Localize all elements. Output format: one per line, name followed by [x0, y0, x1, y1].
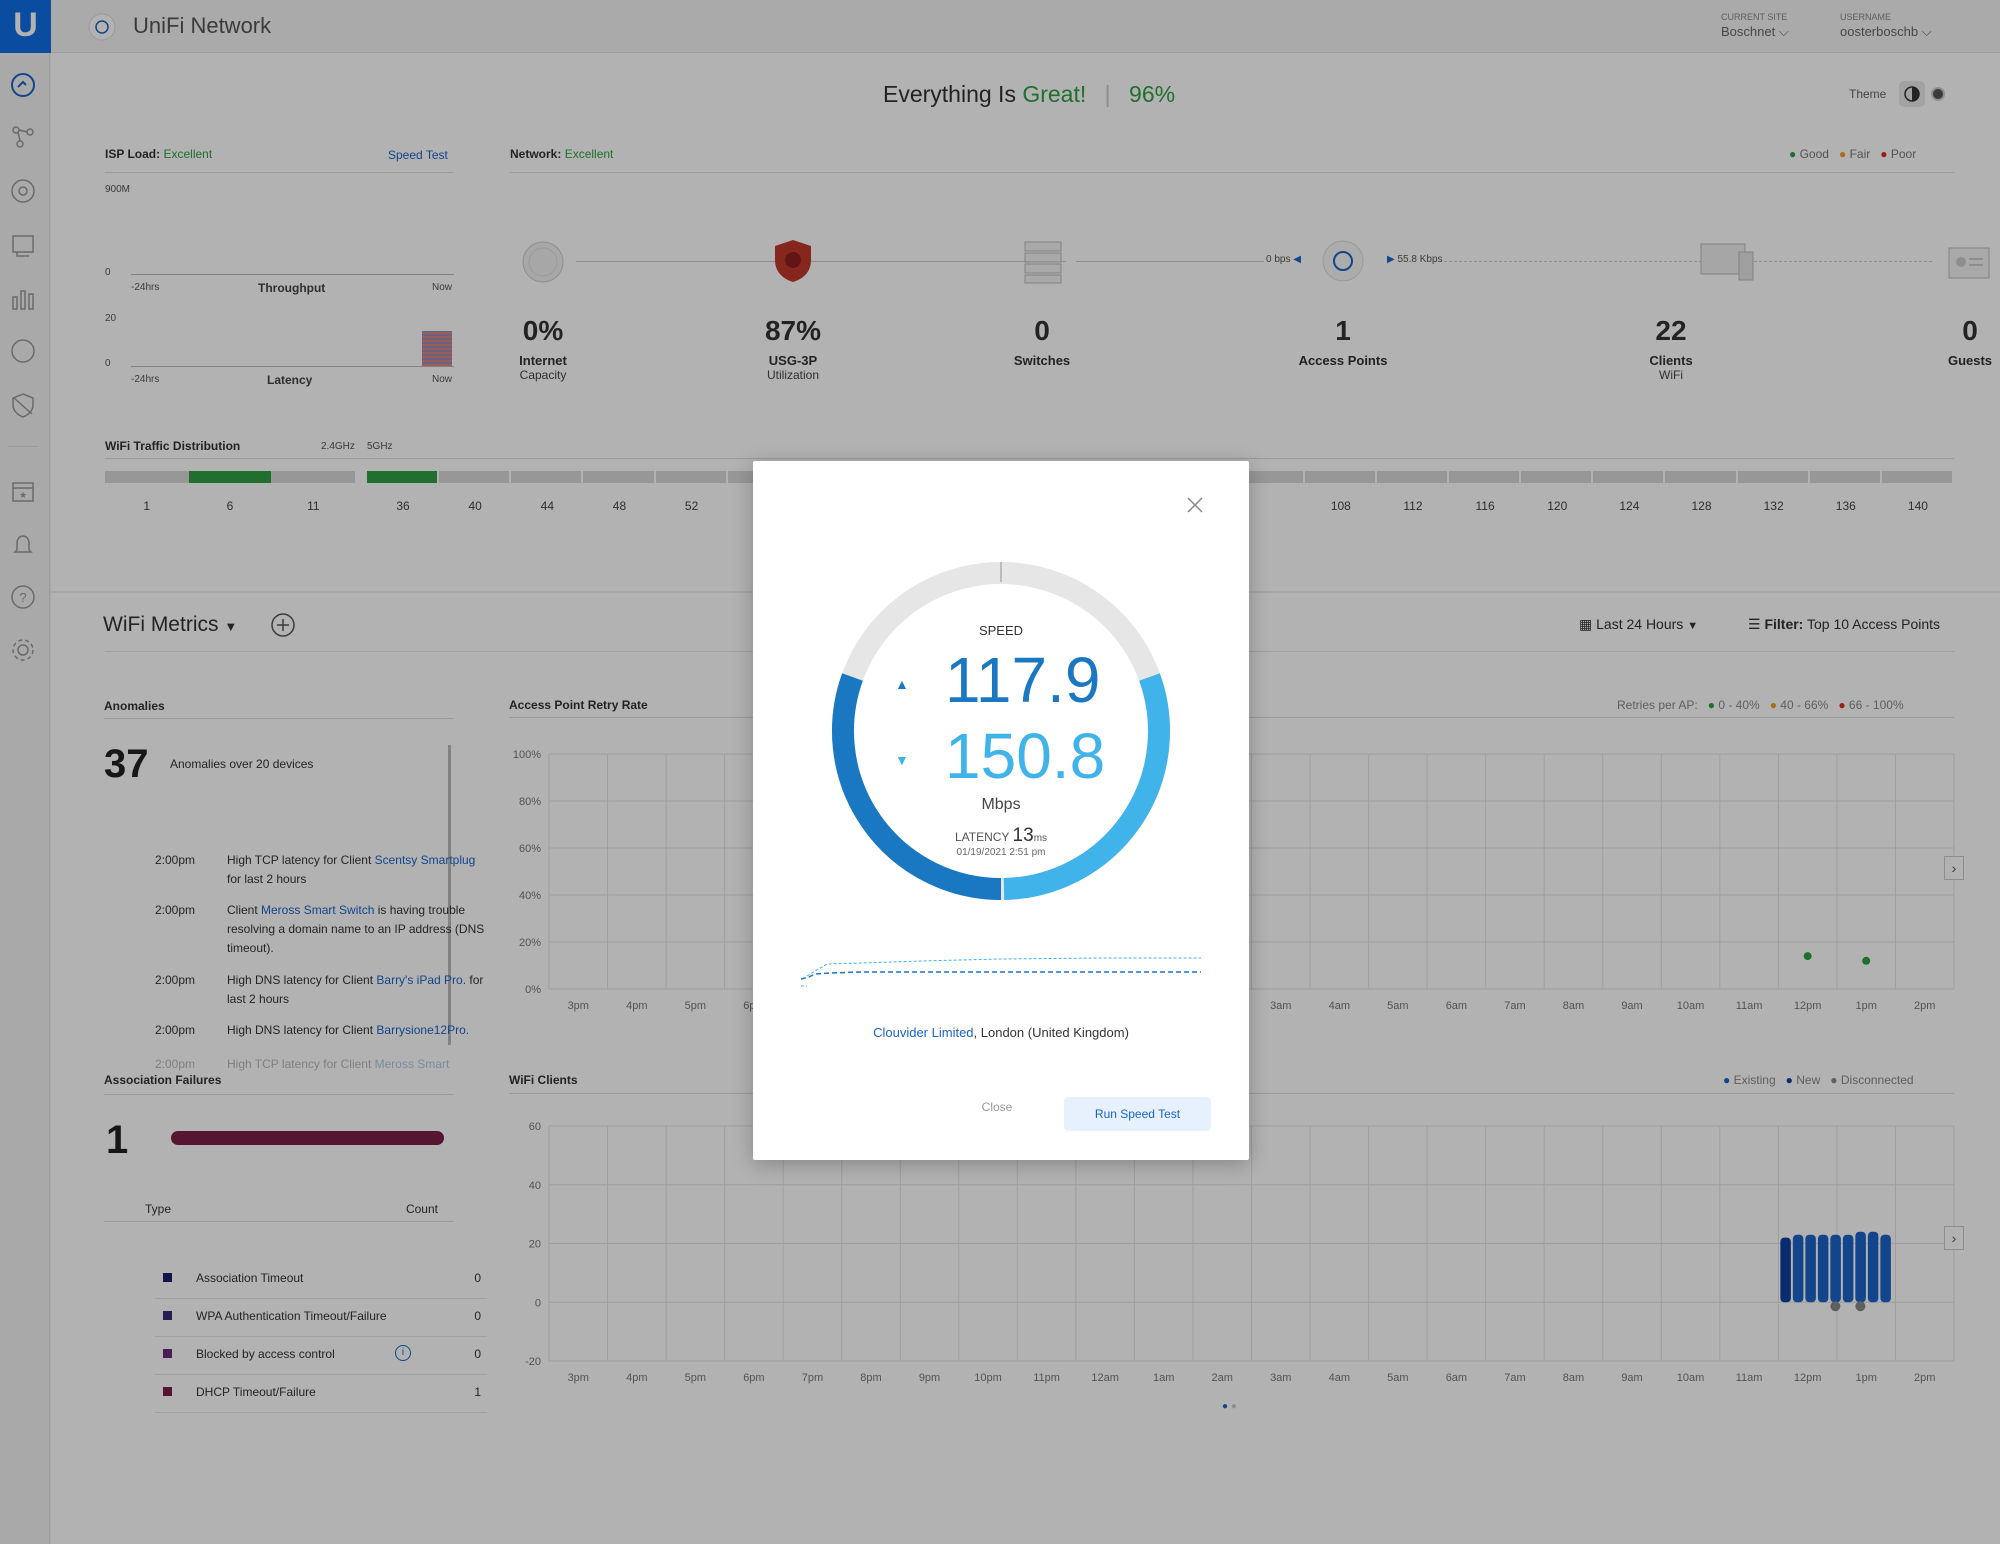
speed-label: SPEED: [978, 623, 1024, 638]
upload-speed: 117.9: [945, 644, 1101, 716]
latency-unit: ms: [1033, 833, 1048, 844]
run-speed-test-button[interactable]: Run Speed Test: [1064, 1097, 1211, 1131]
latency-readout: LATENCY 13ms: [753, 825, 1249, 847]
download-speed: 150.8: [945, 720, 1106, 792]
download-arrow-icon: ▼: [895, 752, 909, 768]
server-location: , London (United Kingdom): [973, 1025, 1129, 1040]
speed-history-sparkline: [801, 957, 1201, 987]
close-icon[interactable]: [1185, 495, 1205, 515]
provider-link[interactable]: Clouvider Limited: [873, 1025, 973, 1040]
latency-value: 13: [1012, 825, 1034, 846]
upload-arrow-icon: ▲: [895, 676, 909, 692]
server-info: Clouvider Limited, London (United Kingdo…: [753, 1025, 1249, 1040]
speed-unit: Mbps: [981, 796, 1021, 813]
close-button[interactable]: Close: [967, 1091, 1027, 1123]
speed-test-timestamp: 01/19/2021 2:51 pm: [956, 847, 1046, 858]
speed-test-modal: SPEED ▲ 117.9 ▼ 150.8 Mbps LATENCY 13ms …: [753, 461, 1249, 1160]
latency-label: LATENCY: [954, 830, 1010, 844]
